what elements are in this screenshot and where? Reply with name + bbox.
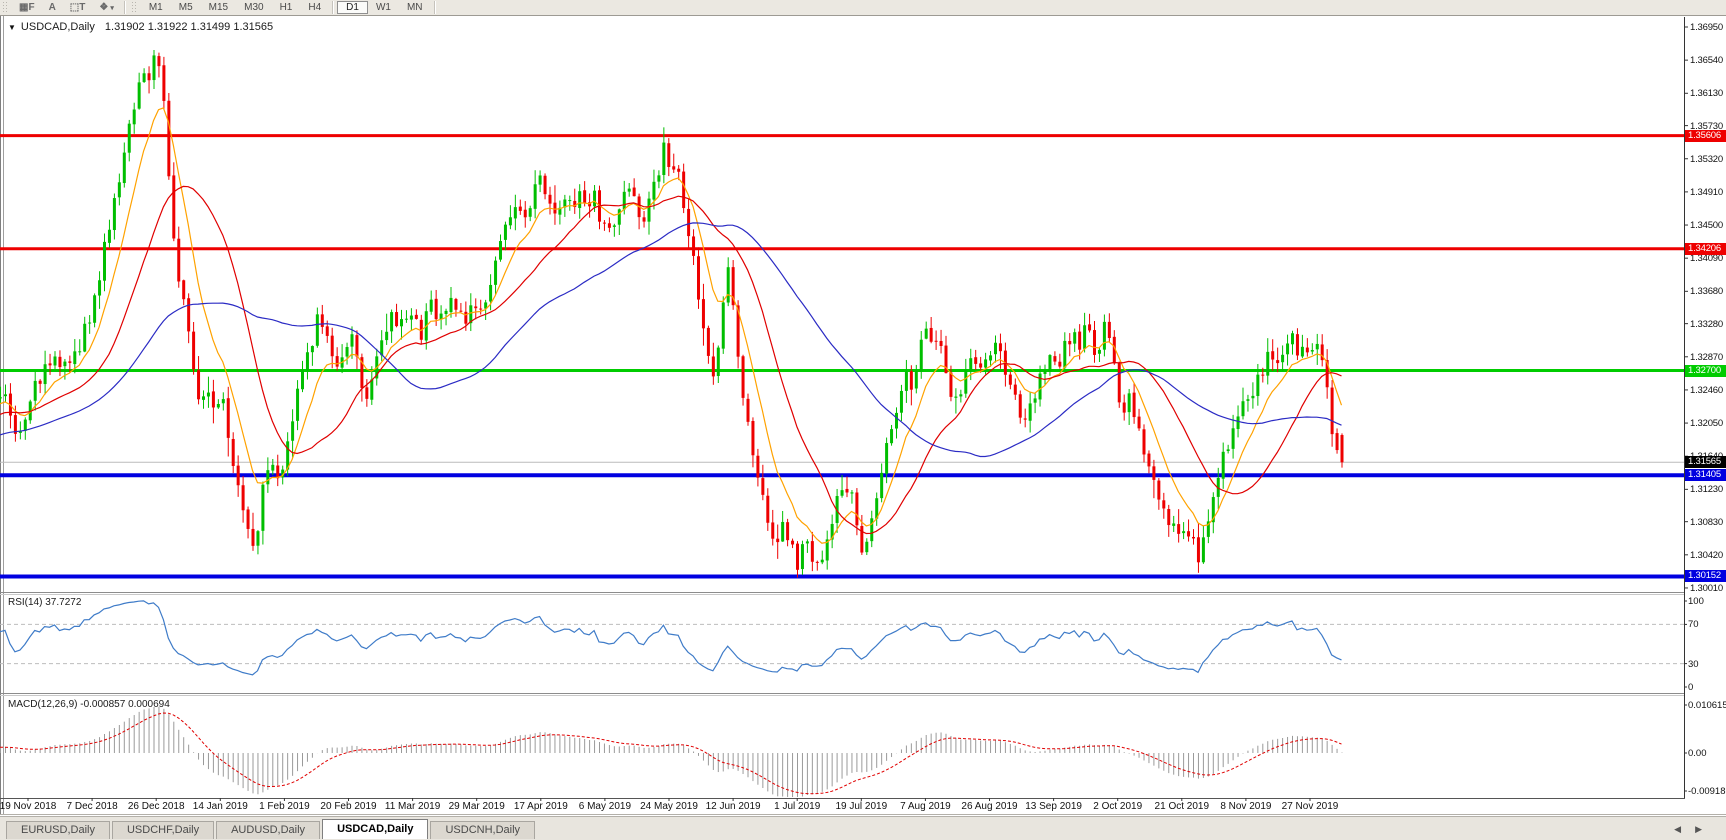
date-axis-label: 19 Nov 2018: [0, 801, 57, 812]
sub-axis-label: 30: [1688, 658, 1699, 670]
rsi-panel: [0, 600, 1684, 676]
price-axis-label: 1.34090: [1690, 253, 1723, 265]
price-axis-label: 1.33280: [1690, 318, 1723, 330]
price-axis-label: 1.30420: [1690, 549, 1723, 561]
tab-scroll-right-icon[interactable]: ▶: [1695, 824, 1716, 834]
price-axis-label: 1.33680: [1690, 286, 1723, 298]
date-axis-label: 26 Dec 2018: [127, 801, 185, 812]
price-axis-label: 1.34500: [1690, 220, 1723, 232]
medium-ma: [0, 185, 1342, 535]
date-axis-label: 6 May 2019: [578, 801, 632, 812]
sub-axis-label: -0.00918: [1688, 786, 1726, 797]
price-axis-label: 1.36950: [1690, 22, 1723, 33]
date-axis-label: 20 Feb 2019: [320, 801, 377, 812]
symbol-tab-audusd[interactable]: AUDUSD,Daily: [216, 821, 321, 839]
symbol-tab-bar: EURUSD,Daily USDCHF,Daily AUDUSD,Daily USDC…: [6, 819, 537, 839]
date-axis-label: 1 Jul 2019: [774, 801, 821, 812]
price-tag-1.31565: 1.31565: [1685, 456, 1726, 469]
chart-title: ▼ USDCAD,Daily 1.31902 1.31922 1.31499 1.3…: [8, 21, 273, 33]
tab-scroll-left-icon[interactable]: ◀: [1674, 824, 1695, 834]
date-axis-label: 11 Mar 2019: [384, 801, 441, 812]
price-axis-label: 1.36130: [1690, 88, 1723, 100]
price-axis-label: 1.30830: [1690, 516, 1723, 528]
date-axis-label: 21 Oct 2019: [1154, 801, 1210, 812]
sub-axis-label: 0: [1688, 682, 1694, 693]
price-tag-1.32700: 1.32700: [1685, 364, 1726, 377]
sub-axis-label: 70: [1688, 619, 1699, 631]
date-axis-label: 8 Nov 2019: [1220, 801, 1272, 812]
sub-axis-label: 0.00: [1688, 748, 1707, 759]
rsi-value: 37.7272: [45, 597, 82, 608]
chevron-down-icon[interactable]: ▼: [8, 23, 16, 32]
price-tag-1.30152: 1.30152: [1685, 570, 1726, 583]
date-axis-label: 2 Oct 2019: [1093, 801, 1143, 812]
rsi-line: [0, 600, 1342, 676]
symbol-tab-eurusd[interactable]: EURUSD,Daily: [6, 821, 110, 839]
price-axis-label: 1.30010: [1690, 582, 1723, 594]
moving-averages: [0, 107, 1343, 544]
date-axis-label: 19 Jul 2019: [835, 801, 888, 812]
date-axis-label: 7 Dec 2018: [66, 801, 118, 812]
price-axis-label: 1.32460: [1690, 384, 1723, 396]
price-axis-label: 1.34910: [1690, 186, 1723, 198]
chart-canvas[interactable]: [0, 0, 1726, 816]
date-axis-label: 27 Nov 2019: [1281, 801, 1339, 812]
macd-label: MACD(12,26,9) -0.000857 0.000694: [8, 699, 170, 710]
rsi-label: RSI(14) 37.7272: [8, 597, 82, 608]
tab-scroll-arrows: ◀▶: [1674, 824, 1716, 835]
price-axis-label: 1.36540: [1690, 55, 1723, 67]
mt4-window: ▦F A ⬚T ❖ ▾ M1 M5 M15 M30 H1 H4 D1 W1 MN ▼ USDCAD,Dai…: [0, 0, 1726, 840]
chart-symbol: USDCAD,Daily: [20, 21, 95, 33]
price-tag-1.34206: 1.34206: [1685, 242, 1726, 255]
price-axis-label: 1.31230: [1690, 484, 1723, 496]
price-tag-1.35606: 1.35606: [1685, 129, 1726, 142]
price-tag-1.31405: 1.31405: [1685, 469, 1726, 482]
symbol-tab-usdchf[interactable]: USDCHF,Daily: [111, 821, 215, 839]
date-axis-label: 13 Sep 2019: [1025, 801, 1082, 812]
price-axis-label: 1.35320: [1690, 153, 1723, 165]
price-axis-label: 1.32870: [1690, 351, 1723, 363]
date-axis-label: 12 Jun 2019: [705, 801, 761, 812]
symbol-tab-usdcnh[interactable]: USDCNH,Daily: [430, 821, 536, 839]
chart-ohlc: 1.31902 1.31922 1.31499 1.31565: [104, 21, 274, 33]
date-axis-label: 1 Feb 2019: [259, 801, 310, 812]
sub-axis-label: 100: [1688, 596, 1704, 607]
macd-values: -0.000857 0.000694: [80, 699, 170, 710]
macd-signal-line: [0, 712, 1342, 795]
candles: [0, 50, 1344, 578]
fast-ma: [0, 107, 1343, 544]
date-axis-label: 24 May 2019: [640, 801, 698, 812]
date-axis-label: 17 Apr 2019: [513, 801, 568, 812]
date-axis-label: 7 Aug 2019: [900, 801, 951, 812]
date-axis-label: 14 Jan 2019: [192, 801, 248, 812]
price-axis-label: 1.32050: [1690, 418, 1723, 430]
symbol-tab-usdcad[interactable]: USDCAD,Daily: [322, 819, 429, 839]
date-axis-label: 26 Aug 2019: [961, 801, 1018, 812]
date-axis-label: 29 Mar 2019: [448, 801, 505, 812]
sub-axis-label: 0.010615: [1688, 700, 1726, 711]
macd-panel: [0, 706, 1343, 797]
